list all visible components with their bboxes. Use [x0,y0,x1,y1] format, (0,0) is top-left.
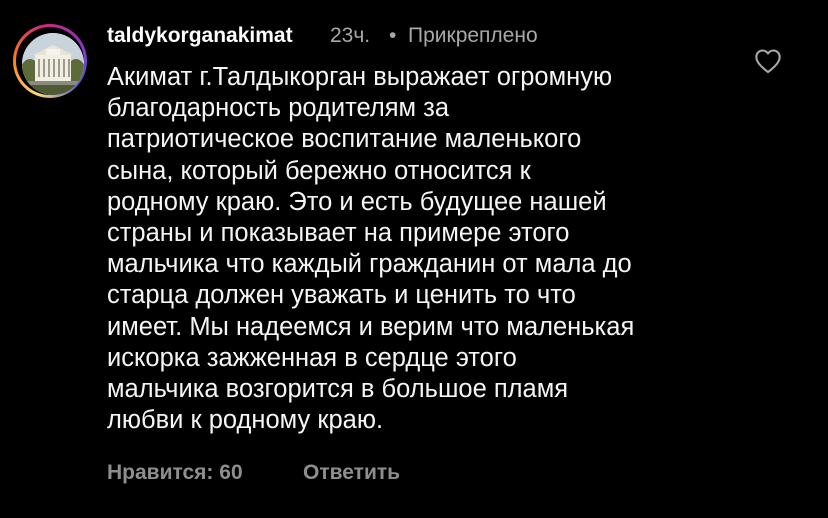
timestamp[interactable]: 23ч. [330,24,370,48]
pinned-label: Прикреплено [408,24,538,47]
comment: taldykorganakimat 23ч. • Прикреплено Аки… [0,0,828,518]
heart-outline-icon[interactable] [754,48,782,74]
comment-text-line: искорка зажженная в сердце этого [107,343,517,372]
avatar-image [22,33,84,95]
reply-button[interactable]: Ответить [303,461,400,485]
separator-dot: • [389,24,397,47]
comment-text-line: сына, который бережно относится к [107,156,531,185]
comment-text: Акимат г.Талдыкорган выражает огромную б… [107,62,747,436]
avatar[interactable] [13,24,87,98]
comment-text-line: имеет. Мы надеемся и верим что маленькая [107,312,635,341]
comment-text-line: любви к родному краю. [107,406,384,435]
comment-text-line: Акимат г.Талдыкорган выражает огромную [107,63,613,91]
comment-text-line: патриотическое воспитание маленького [107,125,582,154]
comment-text-line: страны и показывает на примере этого [107,219,570,248]
comment-text-line: старца должен уважать и ценить то что [107,281,576,310]
comment-text-line: благодарность родителям за [107,94,450,123]
likes-count[interactable]: Нравится: 60 [107,461,243,485]
comment-text-line: родному краю. Это и есть будущее нашей [107,187,607,216]
comment-text-line: мальчика возгорится в большое пламя [107,375,569,404]
comment-text-line: мальчика что каждый гражданин от мала до [107,250,632,279]
username[interactable]: taldykorganakimat [107,24,293,48]
